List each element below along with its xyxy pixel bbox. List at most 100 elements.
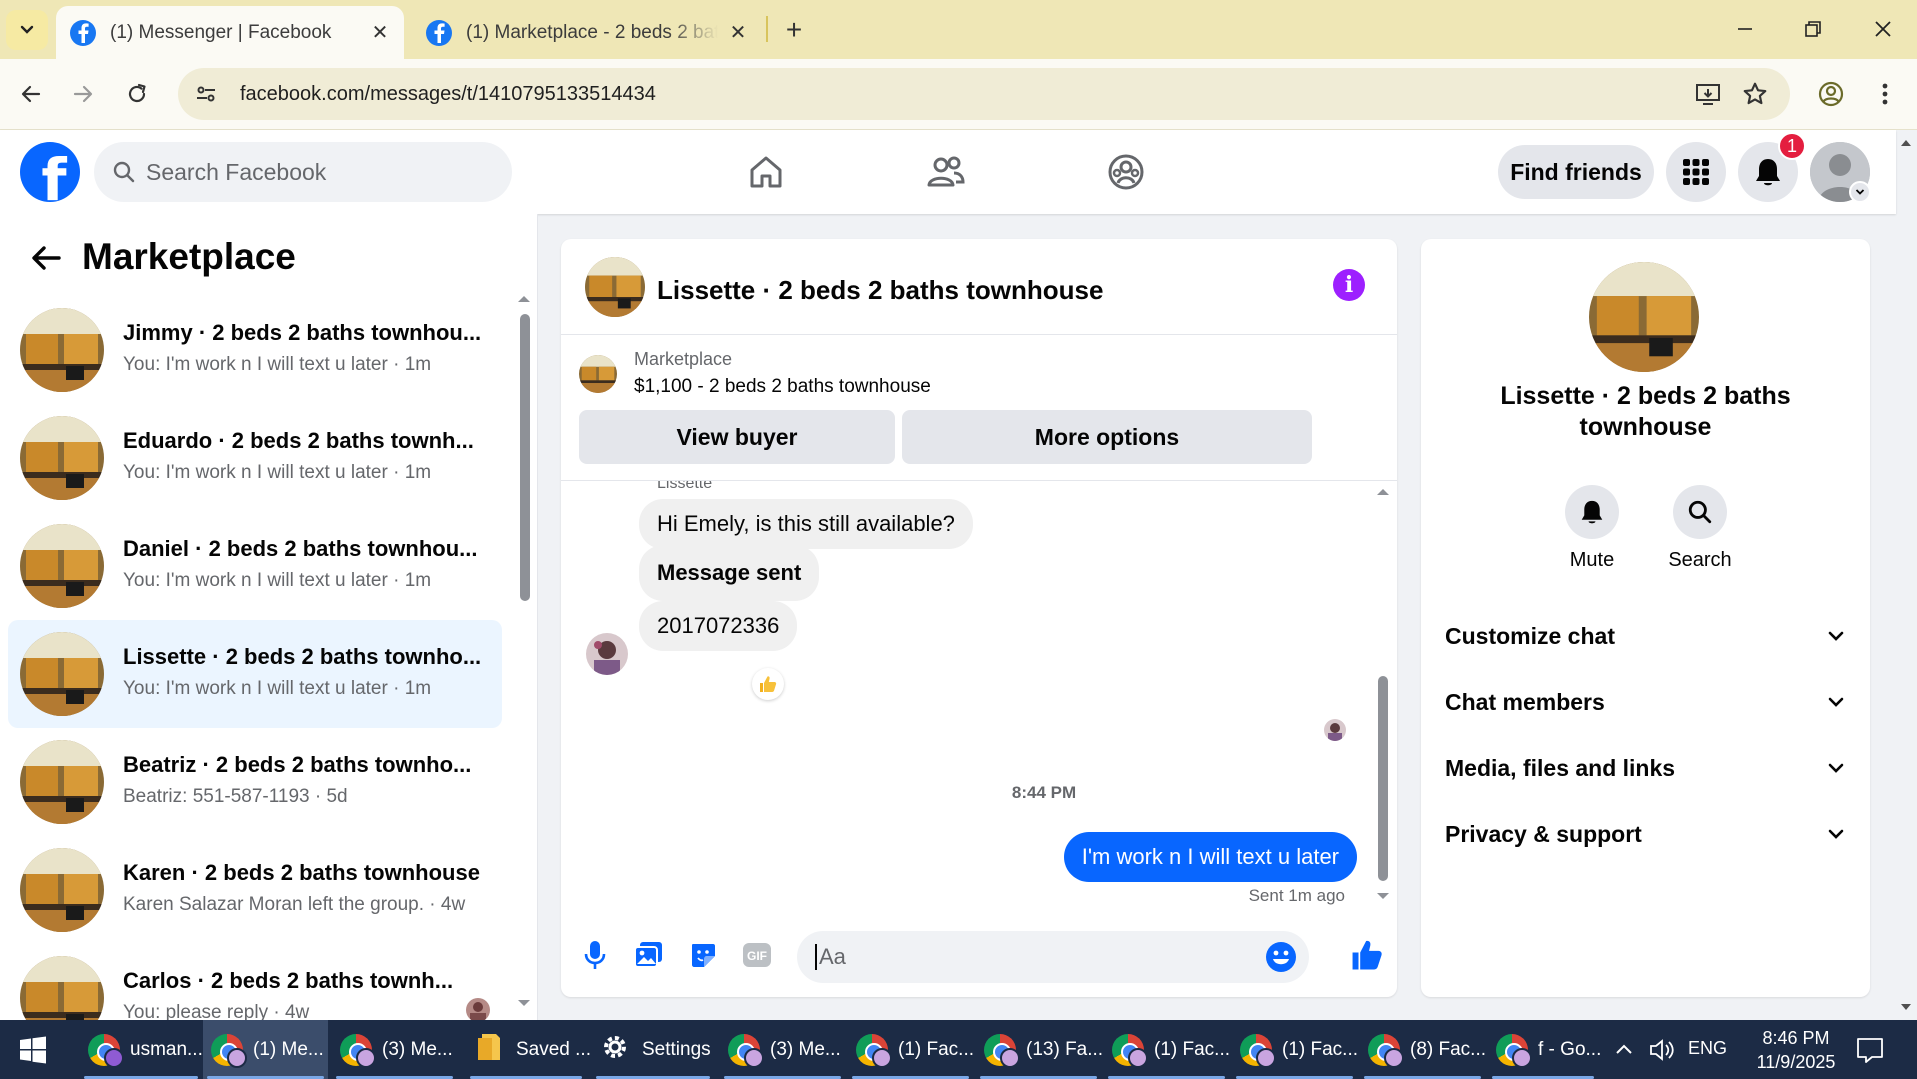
restore-icon[interactable] <box>1790 10 1836 48</box>
listing-card: Marketplace $1,100 - 2 beds 2 baths town… <box>561 335 1397 481</box>
install-icon[interactable] <box>1688 74 1728 114</box>
incoming-message[interactable]: 2017072336 <box>639 601 798 651</box>
tab-separator <box>766 16 768 42</box>
account-icon[interactable] <box>1810 73 1852 115</box>
page-scroll-down[interactable] <box>1899 1000 1913 1014</box>
listing-price[interactable]: $1,100 - 2 beds 2 baths townhouse <box>634 376 931 398</box>
chat-preview: You: I'm work n I will text u later · 1m <box>123 354 432 375</box>
chat-list-scrollbar[interactable] <box>520 314 530 601</box>
clock-time: 8:46 PM <box>1762 1028 1830 1048</box>
menu-grid-button[interactable] <box>1666 142 1726 202</box>
chevron-down-icon <box>1828 829 1844 839</box>
chat-item-daniel[interactable]: Daniel · 2 beds 2 baths townhou... You: … <box>8 512 502 620</box>
listing-thumbnail <box>20 848 104 932</box>
section-label: Chat members <box>1445 688 1605 715</box>
star-icon[interactable] <box>1735 74 1775 114</box>
taskbar-item-active[interactable]: (1) Me... <box>203 1020 328 1079</box>
facebook-logo[interactable]: f <box>20 142 80 202</box>
search-conversation-button[interactable]: Search <box>1660 485 1740 572</box>
taskbar-label: (3) Me... <box>770 1038 841 1060</box>
reload-icon[interactable] <box>116 73 158 115</box>
taskbar-item[interactable]: f - Go... <box>1488 1020 1601 1079</box>
listing-thumbnail <box>20 740 104 824</box>
site-info-icon[interactable] <box>186 74 226 114</box>
message-scrollbar[interactable] <box>1378 676 1388 881</box>
taskbar-item[interactable]: Settings <box>592 1020 714 1079</box>
chevron-down-icon <box>1828 631 1844 641</box>
back-arrow-icon[interactable] <box>24 236 68 280</box>
message-input[interactable]: Aa <box>797 931 1309 983</box>
home-icon[interactable] <box>742 148 790 196</box>
conversation-title[interactable]: Lissette · 2 beds 2 baths townhouse <box>657 275 1103 306</box>
address-bar[interactable]: facebook.com/messages/t/1410795133514434 <box>178 68 1790 120</box>
message-input-placeholder: Aa <box>815 944 846 970</box>
sticker-icon[interactable] <box>683 935 723 975</box>
chat-item-jimmy[interactable]: Jimmy · 2 beds 2 baths townhou... You: I… <box>8 296 502 404</box>
friends-icon[interactable] <box>922 148 970 196</box>
media-files-links-row[interactable]: Media, files and links <box>1421 741 1870 795</box>
browser-tab-marketplace[interactable]: (1) Marketplace - 2 beds 2 baths ✕ <box>412 6 762 59</box>
sender-avatar[interactable] <box>586 633 628 675</box>
forward-arrow-icon[interactable] <box>62 73 104 115</box>
like-button[interactable] <box>1345 931 1389 979</box>
language-indicator[interactable]: ENG <box>1688 1038 1727 1059</box>
privacy-support-row[interactable]: Privacy & support <box>1421 807 1870 861</box>
customize-chat-row[interactable]: Customize chat <box>1421 609 1870 663</box>
more-options-button[interactable]: More options <box>902 410 1312 464</box>
minimize-icon[interactable] <box>1722 10 1768 48</box>
taskbar-item[interactable]: Saved ... <box>466 1020 591 1079</box>
facebook-favicon <box>426 19 452 46</box>
taskbar-label: Settings <box>642 1038 711 1060</box>
plus-icon[interactable]: + <box>776 12 812 48</box>
gif-icon[interactable]: GIF <box>737 935 777 975</box>
microphone-icon[interactable] <box>575 935 615 975</box>
search-input[interactable] <box>146 158 446 186</box>
taskbar-item[interactable]: (3) Me... <box>720 1020 845 1079</box>
chat-item-beatriz[interactable]: Beatriz · 2 beds 2 baths townho... Beatr… <box>8 728 502 836</box>
listing-category: Marketplace <box>634 349 733 369</box>
image-icon[interactable] <box>629 935 669 975</box>
windows-icon[interactable] <box>0 1020 66 1079</box>
chat-item-karen[interactable]: Karen · 2 beds 2 baths townhouse Karen S… <box>8 836 502 944</box>
taskbar-item[interactable]: (1) Fac... <box>1232 1020 1358 1079</box>
chat-item-eduardo[interactable]: Eduardo · 2 beds 2 baths townh... You: I… <box>8 404 502 512</box>
tab-search-button[interactable] <box>6 10 48 50</box>
notification-icon[interactable] <box>1854 1034 1886 1066</box>
info-icon[interactable]: i <box>1333 269 1365 301</box>
scroll-down-arrow[interactable] <box>1375 889 1391 903</box>
back-arrow-icon[interactable] <box>10 73 52 115</box>
page-scroll-up[interactable] <box>1899 136 1913 150</box>
system-clock[interactable]: 8:46 PM 11/9/2025 <box>1744 1026 1848 1074</box>
scroll-down-arrow[interactable] <box>516 996 532 1010</box>
facebook-header: f Find friends 1 <box>0 130 1896 214</box>
taskbar-item[interactable]: (1) Fac... <box>1104 1020 1230 1079</box>
taskbar-label: (13) Fa... <box>1026 1038 1104 1060</box>
mute-button[interactable]: Mute <box>1552 485 1632 572</box>
volume-icon[interactable] <box>1648 1036 1676 1064</box>
browser-tab-messenger[interactable]: (1) Messenger | Facebook ✕ <box>56 6 404 59</box>
view-buyer-button[interactable]: View buyer <box>579 410 895 464</box>
chat-item-lissette[interactable]: Lissette · 2 beds 2 baths townho... You:… <box>8 620 502 728</box>
chevron-up-icon[interactable] <box>1612 1038 1636 1062</box>
outgoing-message[interactable]: I'm work n I will text u later <box>1063 832 1357 882</box>
emoji-icon[interactable] <box>1265 941 1297 973</box>
taskbar-item[interactable]: (13) Fa... <box>976 1020 1104 1079</box>
taskbar-item[interactable]: (1) Fac... <box>848 1020 974 1079</box>
incoming-message[interactable]: Hi Emely, is this still available? <box>639 499 973 549</box>
chevron-down-icon[interactable] <box>1849 181 1871 203</box>
kebab-icon[interactable] <box>1864 73 1906 115</box>
scroll-up-arrow[interactable] <box>516 292 532 306</box>
taskbar-item[interactable]: (8) Fac... <box>1360 1020 1486 1079</box>
facebook-search-box[interactable] <box>94 142 512 202</box>
incoming-message[interactable]: Message sent <box>639 545 820 601</box>
close-icon[interactable]: ✕ <box>370 20 390 45</box>
listing-thumbnail[interactable] <box>585 257 645 317</box>
taskbar-item[interactable]: (3) Me... <box>332 1020 457 1079</box>
close-window-icon[interactable] <box>1860 10 1906 48</box>
groups-icon[interactable] <box>1102 148 1150 196</box>
find-friends-button[interactable]: Find friends <box>1498 145 1654 199</box>
chat-members-row[interactable]: Chat members <box>1421 675 1870 729</box>
close-icon[interactable]: ✕ <box>728 20 748 45</box>
scroll-up-arrow[interactable] <box>1375 485 1391 499</box>
taskbar-item[interactable]: usman... <box>80 1020 203 1079</box>
